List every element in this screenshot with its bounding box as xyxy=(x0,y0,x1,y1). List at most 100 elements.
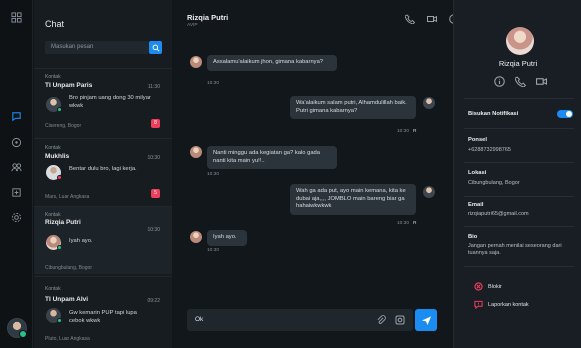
message-time: 11:30 xyxy=(147,84,160,90)
contact-profile-panel: Rizqia Putri Bisukan Notifikasi Ponsel +… xyxy=(453,0,581,348)
grid-icon[interactable] xyxy=(9,10,24,25)
message-preview: Iyah ayo. xyxy=(69,238,93,244)
contact-name: Rizqia Putri xyxy=(45,219,81,226)
message-time: 09:22 xyxy=(147,298,160,304)
chat-list-item[interactable]: Kontak TI Unpam Alvi 09:22 Gw kemarin PU… xyxy=(34,276,172,348)
contact-name: TI Unpam Paris xyxy=(45,82,93,89)
outgoing-message: Wa'alaikum salam putri, Alhamdulillah ba… xyxy=(290,96,416,119)
chat-list-title: Chat xyxy=(45,19,65,29)
message-time: 10:30 xyxy=(207,172,220,177)
online-indicator xyxy=(57,107,62,112)
info-icon[interactable] xyxy=(494,76,505,87)
profile-avatar xyxy=(506,27,534,55)
message-time: 10:30 xyxy=(147,227,160,233)
location-value: Cibungbulang, Bogor xyxy=(468,180,520,186)
my-avatar xyxy=(423,186,435,198)
unread-badge: 5 xyxy=(151,189,160,198)
image-icon[interactable] xyxy=(395,315,405,325)
divider xyxy=(464,196,574,197)
incoming-message: Iyah ayo. xyxy=(207,230,247,246)
video-call-icon[interactable] xyxy=(426,13,438,24)
incoming-message: Assalamu'alaikum jhon, gimana kabarnya? xyxy=(207,55,337,71)
message-time: 10:30 xyxy=(397,129,410,134)
divider xyxy=(464,266,574,267)
attachment-icon[interactable] xyxy=(376,315,386,325)
divider xyxy=(464,98,574,99)
chat-icon[interactable] xyxy=(9,109,24,124)
contact-location: Cisereng, Bogor xyxy=(45,123,82,129)
incoming-message: Nanti minggu ada kegiatan ga? kalo gada … xyxy=(207,146,337,169)
divider xyxy=(464,226,574,227)
contact-tag: Kontak xyxy=(45,145,61,151)
email-label: Email xyxy=(468,202,484,208)
search-button[interactable] xyxy=(149,41,162,54)
contact-name: TI Unpam Alvi xyxy=(45,296,89,303)
block-label: Blokir xyxy=(488,283,502,290)
message-time: 10:30 xyxy=(207,248,220,253)
read-receipt: R xyxy=(413,129,417,134)
conversation-status: AVIP xyxy=(187,23,198,28)
outgoing-message: Wah ga ada put, ayo main kemana, kita ke… xyxy=(290,184,416,215)
contact-name: Mukhlis xyxy=(45,153,70,160)
block-icon xyxy=(474,282,483,291)
user-avatar[interactable] xyxy=(7,318,27,338)
contact-tag: Kontak xyxy=(45,74,61,80)
search-input[interactable]: Masukan pesan xyxy=(45,41,149,54)
chat-app: Chat Masukan pesan Kontak TI Unpam Paris… xyxy=(0,0,581,348)
chat-list-panel: Chat Masukan pesan Kontak TI Unpam Paris… xyxy=(34,0,172,348)
online-indicator xyxy=(57,175,62,180)
message-preview: Bro pinjam uang dong 30 milyar wkwk xyxy=(69,95,151,109)
contact-tag: Kontak xyxy=(45,286,61,292)
my-avatar xyxy=(423,97,435,109)
divider xyxy=(464,128,574,129)
message-time: 10:30 xyxy=(147,155,160,161)
users-icon[interactable] xyxy=(9,160,24,175)
unread-badge: 8 xyxy=(151,119,160,128)
block-contact-button[interactable]: Blokir xyxy=(474,282,502,291)
send-button[interactable] xyxy=(415,309,437,331)
notification-label: Bisukan Notifikasi xyxy=(468,111,519,117)
chat-list-item-active[interactable]: Kontak Rizqia Putri 10:30 Iyah ayo. Cibu… xyxy=(34,206,172,274)
message-input[interactable]: Ok xyxy=(187,309,413,331)
phone-icon[interactable] xyxy=(515,76,526,87)
conversation-panel: Rizqia Putri AVIP Assalamu'alaikum jhon,… xyxy=(173,0,459,348)
contact-tag: Kontak xyxy=(45,212,61,218)
divider xyxy=(464,162,574,163)
mute-notification-toggle[interactable] xyxy=(557,110,573,118)
online-indicator xyxy=(57,245,62,250)
bio-label: Bio xyxy=(468,234,478,240)
contact-location: Cibungbulang, Bogor xyxy=(45,265,92,271)
contact-location: Mars, Luar Angkasa xyxy=(45,194,90,200)
phone-value: +6288732998765 xyxy=(468,147,511,153)
phone-icon[interactable] xyxy=(404,13,416,24)
conversation-title: Rizqia Putri xyxy=(187,13,229,22)
location-label: Lokasi xyxy=(468,170,487,176)
compass-icon[interactable] xyxy=(9,135,24,150)
pin-icon[interactable] xyxy=(9,185,24,200)
profile-name: Rizqia Putri xyxy=(498,59,538,68)
message-preview: Bentar dulu bro, lagi kerja. xyxy=(69,166,137,172)
contact-location: Pluto, Luar Angkasa xyxy=(45,336,90,342)
chat-list-item[interactable]: Kontak Mukhlis 10:30 Bentar dulu bro, la… xyxy=(34,138,172,204)
sender-avatar xyxy=(190,146,202,158)
bio-value: Jangan pernah menilai seseorang dari tua… xyxy=(468,243,562,256)
settings-icon[interactable] xyxy=(9,210,24,225)
navigation-rail xyxy=(0,0,33,348)
message-time: 10:30 xyxy=(207,81,220,86)
report-icon xyxy=(474,300,483,309)
message-input-value: Ok xyxy=(195,316,204,323)
report-contact-button[interactable]: Laporkan kontak xyxy=(474,300,529,309)
sender-avatar xyxy=(190,231,202,243)
video-call-icon[interactable] xyxy=(536,76,547,87)
online-indicator xyxy=(57,318,62,323)
report-label: Laporkan kontak xyxy=(488,301,529,308)
message-time: 10:30 xyxy=(397,221,410,226)
message-preview: Gw kemarin PUP tapi lupa cebok wkwk xyxy=(69,310,137,324)
read-receipt: R xyxy=(413,221,417,226)
email-value: rizqiaputri65@gmail.com xyxy=(468,211,529,217)
phone-label: Ponsel xyxy=(468,137,488,143)
search-icon xyxy=(152,44,160,52)
sender-avatar xyxy=(190,56,202,68)
chat-list-item[interactable]: Kontak TI Unpam Paris 11:30 Bro pinjam u… xyxy=(34,68,172,136)
send-icon xyxy=(421,315,431,325)
